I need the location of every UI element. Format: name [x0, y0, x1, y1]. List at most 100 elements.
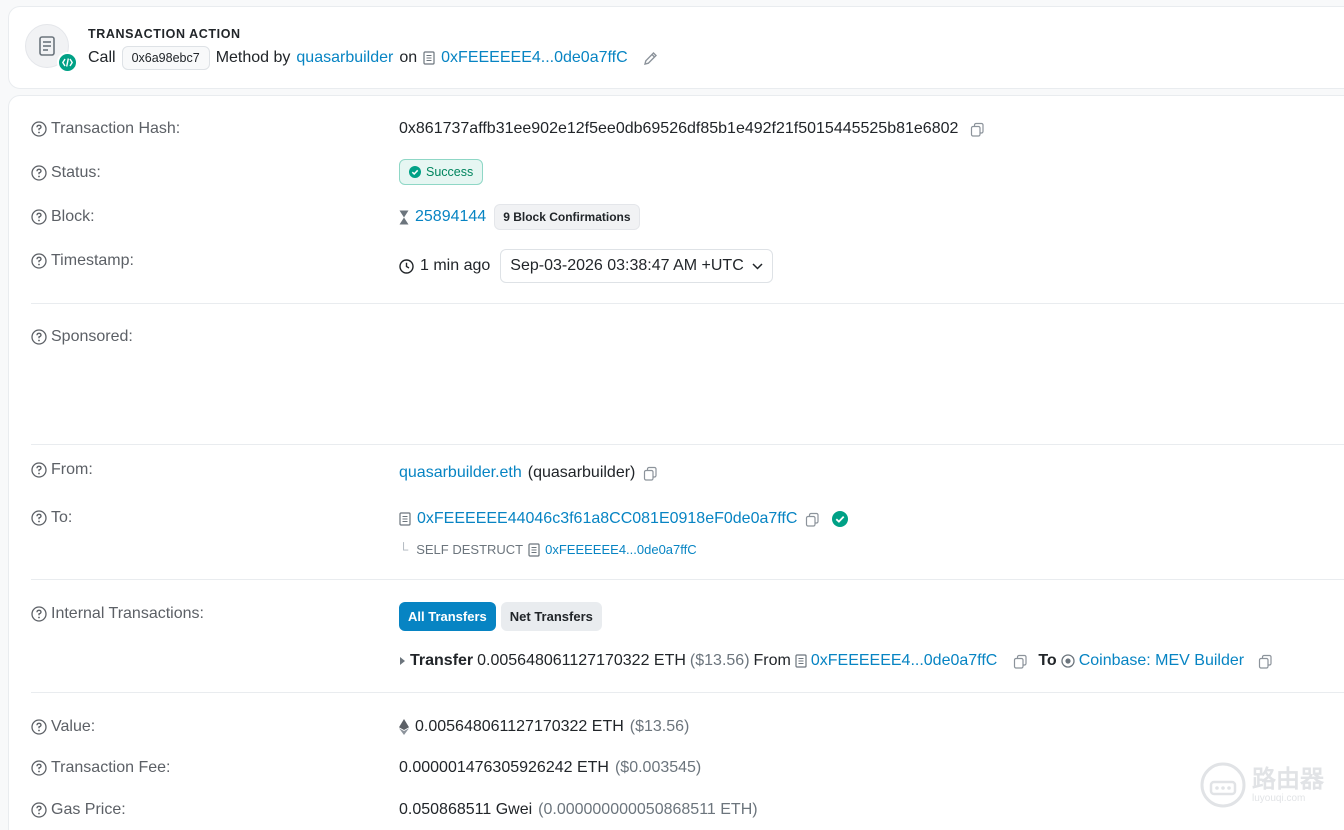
to-label-row: To:	[31, 509, 72, 527]
contract-link[interactable]: 0xFEEEEEE4...0de0a7ffC	[441, 49, 627, 67]
coinbase-icon	[1061, 654, 1075, 668]
code-icon	[57, 52, 78, 73]
gas-eth: (0.000000000050868511 ETH)	[538, 801, 758, 818]
help-icon[interactable]	[31, 606, 47, 622]
chevron-down-icon	[752, 262, 763, 270]
verified-icon	[832, 511, 849, 527]
hourglass-icon	[399, 210, 409, 224]
edit-icon[interactable]	[642, 50, 659, 67]
value-row: 0.005648061127170322 ETH ($13.56)	[399, 718, 689, 736]
divider	[31, 444, 1344, 445]
help-icon[interactable]	[31, 510, 47, 526]
timestamp-label: Timestamp:	[51, 252, 134, 269]
to-address-link[interactable]: 0xFEEEEEE44046c3f61a8CC081E0918eF0de0a7f…	[417, 510, 797, 528]
timestamp-value: Sep-03-2026 03:38:47 AM +UTC	[510, 257, 744, 274]
clock-icon	[399, 258, 414, 274]
sponsored-label-row: Sponsored:	[31, 328, 133, 346]
router-logo-icon	[1200, 762, 1246, 808]
internal-tabs: All Transfers Net Transfers	[399, 602, 602, 631]
contract-icon	[423, 51, 435, 65]
transfer-label: Transfer	[410, 652, 474, 669]
transaction-details-card: Transaction Hash: 0x861737affb31ee902e12…	[8, 95, 1344, 830]
help-icon[interactable]	[31, 165, 47, 181]
to-value-row: 0xFEEEEEE44046c3f61a8CC081E0918eF0de0a7f…	[399, 510, 849, 528]
help-icon[interactable]	[31, 209, 47, 225]
internal-label-row: Internal Transactions:	[31, 605, 204, 623]
transfer-usd: ($13.56)	[689, 652, 750, 669]
contract-icon	[795, 654, 807, 668]
status-value-row: Success	[399, 159, 484, 185]
value-amount: 0.005648061127170322 ETH	[415, 718, 624, 735]
transfer-from-label: From	[753, 652, 791, 669]
transaction-action-card: TRANSACTION ACTION Call 0x6a98ebc7 Metho…	[8, 6, 1344, 89]
watermark-text-group: 路由器 luyouqi.com	[1252, 765, 1324, 804]
copy-icon[interactable]	[1258, 654, 1273, 669]
divider	[31, 579, 1344, 580]
hash-label-row: Transaction Hash:	[31, 120, 180, 138]
timestamp-label-row: Timestamp:	[31, 252, 134, 270]
copy-icon[interactable]	[970, 122, 985, 137]
block-value-row: 25894144 9 Block Confirmations	[399, 204, 640, 230]
fee-usd: ($0.003545)	[614, 759, 702, 776]
from-label-row: From:	[31, 461, 93, 479]
from-address-link[interactable]: quasarbuilder.eth	[399, 464, 522, 482]
copy-icon[interactable]	[1013, 654, 1028, 669]
fee-amount: 0.000001476305926242 ETH	[399, 759, 609, 776]
status-label-row: Status:	[31, 164, 101, 182]
timestamp-value-row: 1 min ago Sep-03-2026 03:38:47 AM +UTC	[399, 249, 773, 283]
method-id-pill[interactable]: 0x6a98ebc7	[121, 46, 210, 70]
block-number-link[interactable]: 25894144	[415, 208, 486, 226]
action-title: TRANSACTION ACTION	[88, 27, 241, 41]
block-confirmations-badge: 9 Block Confirmations	[494, 204, 640, 230]
block-label-row: Block:	[31, 208, 95, 226]
divider	[31, 692, 1344, 693]
caret-right-icon[interactable]	[399, 656, 406, 666]
check-circle-icon	[409, 166, 421, 178]
copy-icon[interactable]	[643, 466, 658, 481]
help-icon[interactable]	[31, 253, 47, 269]
self-destruct-line: └ SELF DESTRUCT 0xFEEEEEE4...0de0a7ffC	[399, 542, 697, 557]
value-usd: ($13.56)	[629, 718, 690, 735]
transfer-to-link[interactable]: Coinbase: MEV Builder	[1079, 652, 1244, 670]
timestamp-dropdown[interactable]: Sep-03-2026 03:38:47 AM +UTC	[500, 249, 773, 283]
help-icon[interactable]	[31, 462, 47, 478]
gas-label-row: Gas Price:	[31, 801, 126, 819]
transaction-hash: 0x861737affb31ee902e12f5ee0db69526df85b1…	[399, 120, 959, 137]
method-by-label: Method by	[215, 49, 291, 66]
hash-value-row: 0x861737affb31ee902e12f5ee0db69526df85b1…	[399, 120, 985, 138]
builder-link[interactable]: quasarbuilder	[296, 49, 393, 67]
help-icon[interactable]	[31, 719, 47, 735]
timestamp-ago: 1 min ago	[420, 257, 491, 274]
gas-row: 0.050868511 Gwei (0.000000000050868511 E…	[399, 801, 758, 819]
on-label: on	[399, 49, 418, 66]
help-icon[interactable]	[31, 329, 47, 345]
self-destruct-address-link[interactable]: 0xFEEEEEE4...0de0a7ffC	[545, 542, 697, 557]
tree-branch-icon: └	[399, 542, 409, 557]
contract-icon	[399, 512, 411, 526]
value-label: Value:	[51, 718, 96, 735]
help-icon[interactable]	[31, 802, 47, 818]
internal-transfer-row: Transfer 0.005648061127170322 ETH ($13.5…	[399, 652, 1273, 670]
watermark: 路由器 luyouqi.com	[1200, 762, 1324, 808]
status-text: Success	[426, 165, 474, 179]
from-name: (quasarbuilder)	[527, 464, 636, 481]
copy-icon[interactable]	[805, 512, 820, 527]
divider	[31, 303, 1344, 304]
self-destruct-label: SELF DESTRUCT	[416, 542, 524, 557]
status-label: Status:	[51, 164, 101, 181]
internal-label: Internal Transactions:	[51, 605, 204, 622]
help-icon[interactable]	[31, 760, 47, 776]
transfer-from-link[interactable]: 0xFEEEEEE4...0de0a7ffC	[811, 652, 997, 670]
block-label: Block:	[51, 208, 95, 225]
watermark-text: 路由器	[1252, 765, 1324, 793]
transfer-amount: 0.005648061127170322 ETH	[477, 652, 686, 669]
help-icon[interactable]	[31, 121, 47, 137]
value-label-row: Value:	[31, 718, 95, 736]
ethereum-icon	[399, 719, 409, 735]
fee-label: Transaction Fee:	[51, 759, 171, 776]
action-summary: Call 0x6a98ebc7 Method by quasarbuilder …	[88, 45, 659, 71]
tab-net-transfers[interactable]: Net Transfers	[500, 602, 602, 631]
from-value-row: quasarbuilder.eth (quasarbuilder)	[399, 464, 658, 482]
tab-all-transfers[interactable]: All Transfers	[399, 602, 496, 631]
to-label: To:	[51, 509, 73, 526]
